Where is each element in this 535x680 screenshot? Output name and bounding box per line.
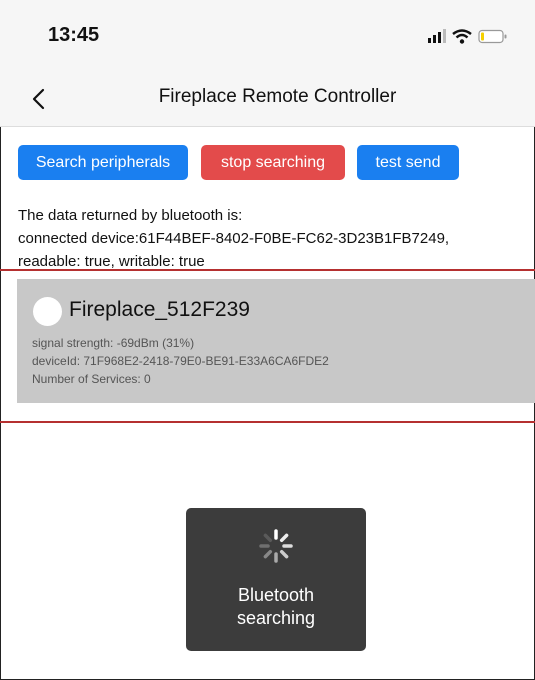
wifi-icon	[452, 28, 472, 44]
device-id: deviceId: 71F968E2-2418-79E0-BE91-E33A6C…	[32, 354, 329, 368]
signal-bars-icon	[428, 29, 446, 43]
info-line: connected device:61F44BEF-8402-F0BE-FC62…	[18, 230, 450, 247]
status-icons	[428, 26, 508, 46]
stop-searching-button[interactable]: stop searching	[201, 145, 345, 180]
bluetooth-data-text: The data returned by bluetooth is: conne…	[18, 204, 449, 273]
toast-line: Bluetooth	[237, 585, 315, 605]
device-name: Fireplace_512F239	[69, 298, 250, 321]
info-line: The data returned by bluetooth is:	[18, 207, 243, 224]
status-time: 13:45	[48, 24, 100, 46]
toast-message: Bluetooth searching	[186, 584, 366, 630]
device-service-count: Number of Services: 0	[32, 372, 151, 386]
status-bar: 13:45	[0, 0, 535, 72]
loading-toast: Bluetooth searching	[186, 508, 366, 651]
test-send-button[interactable]: test send	[357, 145, 459, 180]
device-signal-strength: signal strength: -69dBm (31%)	[32, 336, 195, 350]
battery-icon	[478, 29, 507, 43]
toast-line: searching	[236, 608, 316, 628]
device-list-item[interactable]: Fireplace_512F239 signal strength: -69dB…	[17, 279, 535, 403]
highlight-line-top	[0, 269, 535, 271]
navigation-bar: Fireplace Remote Controller	[0, 72, 535, 127]
device-details: signal strength: -69dBm (31%) deviceId: …	[32, 334, 329, 388]
highlight-line-bottom	[0, 421, 535, 423]
search-peripherals-button[interactable]: Search peripherals	[18, 145, 188, 180]
page-title: Fireplace Remote Controller	[158, 86, 397, 107]
loading-spinner-icon	[259, 529, 293, 563]
device-select-circle[interactable]	[33, 297, 62, 326]
